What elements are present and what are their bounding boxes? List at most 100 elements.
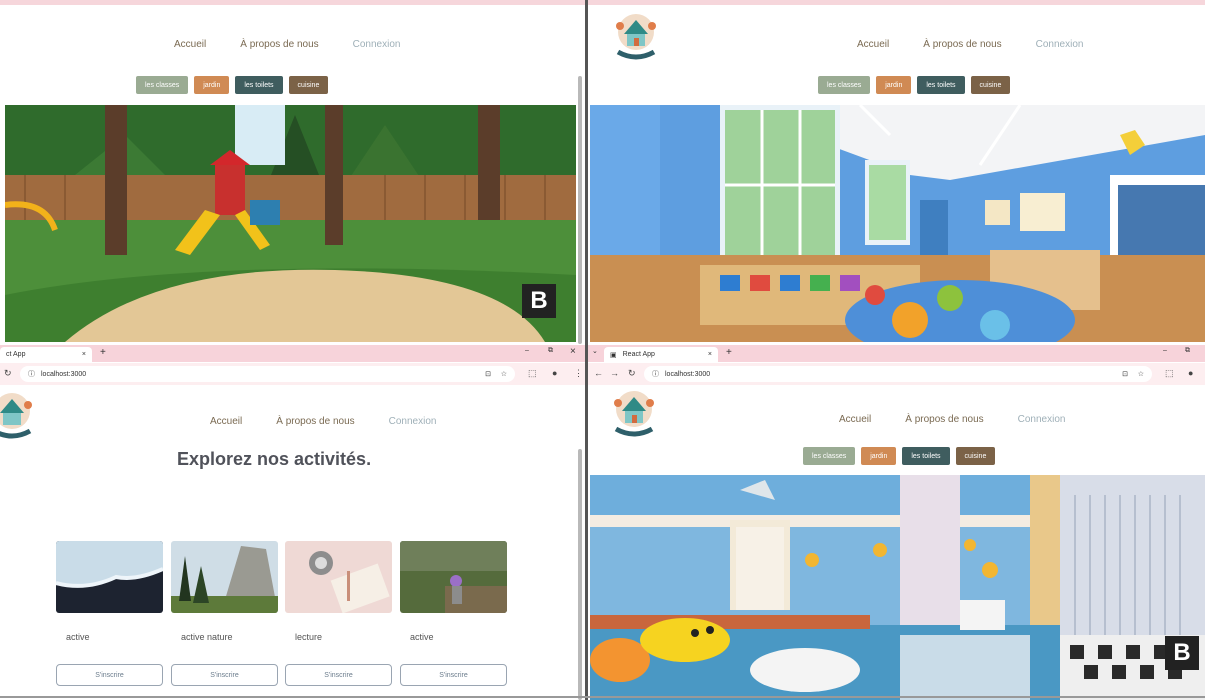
b-watermark-icon: B bbox=[522, 284, 556, 318]
new-tab-icon[interactable]: + bbox=[726, 347, 732, 358]
bookmark-star-icon[interactable]: ☆ bbox=[501, 370, 507, 378]
chip-kitchen[interactable]: cuisine bbox=[955, 447, 996, 465]
nav-about[interactable]: À propos de nous bbox=[923, 39, 1001, 50]
reload-icon[interactable]: ↻ bbox=[628, 368, 636, 379]
chip-classes[interactable]: les classes bbox=[803, 447, 856, 465]
room-filter-chips: les classes jardin les toilets cuisine bbox=[136, 76, 329, 94]
activity-card: lecture S'inscrire bbox=[285, 541, 392, 686]
classroom-360-view[interactable] bbox=[590, 105, 1205, 342]
url-field[interactable]: ⓘ localhost:3000 ⊡ ☆ bbox=[644, 366, 1152, 382]
back-icon[interactable]: ← bbox=[594, 368, 603, 378]
activity-label: active bbox=[410, 632, 434, 642]
info-icon[interactable]: ⓘ bbox=[28, 369, 35, 379]
garden-panel: Accueil À propos de nous Connexion les c… bbox=[0, 0, 585, 345]
nav-login[interactable]: Connexion bbox=[353, 39, 401, 50]
browser-top-strip bbox=[0, 0, 585, 5]
chip-garden[interactable]: jardin bbox=[194, 76, 230, 94]
chip-garden[interactable]: jardin bbox=[861, 447, 897, 465]
chip-kitchen[interactable]: cuisine bbox=[288, 76, 329, 94]
nav-home[interactable]: Accueil bbox=[210, 416, 242, 427]
minimize-icon[interactable]: – bbox=[1163, 347, 1167, 354]
tab-title: ct App bbox=[6, 351, 26, 358]
restore-icon[interactable]: ⧉ bbox=[1185, 347, 1190, 355]
nav-login[interactable]: Connexion bbox=[1036, 39, 1084, 50]
chip-garden[interactable]: jardin bbox=[876, 76, 912, 94]
browser-menu-icon[interactable]: ⋮ bbox=[574, 368, 583, 379]
main-nav: Accueil À propos de nous Connexion bbox=[839, 414, 1065, 425]
forward-icon[interactable]: → bbox=[610, 368, 619, 378]
classroom-panel: Accueil À propos de nous Connexion les c… bbox=[588, 0, 1205, 345]
room-filter-chips: les classes jardin les toilets cuisine bbox=[803, 447, 996, 465]
new-tab-icon[interactable]: + bbox=[100, 347, 106, 358]
garden-360-view[interactable] bbox=[5, 105, 576, 342]
creche-logo-icon bbox=[614, 391, 654, 437]
chip-classes[interactable]: les classes bbox=[136, 76, 189, 94]
nav-home[interactable]: Accueil bbox=[174, 39, 206, 50]
profile-icon[interactable]: ● bbox=[1188, 368, 1193, 378]
register-button[interactable]: S'inscrire bbox=[285, 664, 392, 686]
close-tab-icon[interactable]: × bbox=[82, 351, 86, 358]
tab-favicon-icon: ▣ bbox=[610, 351, 617, 359]
activity-thumbnail[interactable] bbox=[285, 541, 392, 614]
nav-login[interactable]: Connexion bbox=[389, 416, 437, 427]
restore-icon[interactable]: ⧉ bbox=[548, 347, 553, 355]
nav-about[interactable]: À propos de nous bbox=[240, 39, 318, 50]
info-icon[interactable]: ⓘ bbox=[652, 369, 659, 379]
register-button[interactable]: S'inscrire bbox=[171, 664, 278, 686]
creche-logo-icon bbox=[616, 14, 656, 60]
bookmark-star-icon[interactable]: ☆ bbox=[1138, 370, 1144, 378]
nav-login[interactable]: Connexion bbox=[1018, 414, 1066, 425]
creche-logo-icon bbox=[0, 393, 32, 439]
extensions-icon[interactable]: ⬚ bbox=[1165, 368, 1174, 379]
activity-thumbnail[interactable] bbox=[400, 541, 507, 613]
register-button[interactable]: S'inscrire bbox=[56, 664, 163, 686]
nav-about[interactable]: À propos de nous bbox=[276, 416, 354, 427]
main-nav: Accueil À propos de nous Connexion bbox=[174, 39, 400, 50]
url-text: localhost:3000 bbox=[41, 370, 87, 378]
tab-title: React App bbox=[622, 351, 655, 358]
reload-icon[interactable]: ↻ bbox=[4, 368, 12, 379]
toilets-360-view[interactable] bbox=[590, 475, 1205, 700]
nav-about[interactable]: À propos de nous bbox=[905, 414, 983, 425]
activity-card: active S'inscrire bbox=[55, 541, 164, 686]
browser-tab[interactable]: ct App × bbox=[0, 347, 92, 362]
tab-list-icon[interactable]: ⌄ bbox=[592, 347, 598, 355]
browser-address-bar: ↻ ⓘ localhost:3000 ⊡ ☆ ⬚ ● ⋮ bbox=[0, 363, 585, 385]
chip-toilets[interactable]: les toilets bbox=[902, 447, 950, 465]
activity-label: active bbox=[66, 632, 90, 642]
close-window-icon[interactable]: × bbox=[570, 346, 576, 357]
scrollbar[interactable] bbox=[578, 76, 582, 344]
browser-tab-bar: ct App × + – ⧉ × bbox=[0, 345, 585, 362]
main-nav: Accueil À propos de nous Connexion bbox=[210, 416, 436, 427]
url-text: localhost:3000 bbox=[665, 370, 711, 378]
chip-kitchen[interactable]: cuisine bbox=[970, 76, 1011, 94]
register-button[interactable]: S'inscrire bbox=[400, 664, 507, 686]
activity-label: active nature bbox=[181, 632, 233, 642]
install-app-icon[interactable]: ⊡ bbox=[1122, 370, 1128, 378]
activities-panel: ct App × + – ⧉ × ↻ ⓘ localhost:3000 ⊡ ☆ … bbox=[0, 345, 585, 700]
main-nav: Accueil À propos de nous Connexion bbox=[857, 39, 1083, 50]
nav-home[interactable]: Accueil bbox=[857, 39, 889, 50]
close-tab-icon[interactable]: × bbox=[708, 351, 712, 358]
browser-tab[interactable]: ▣ React App × bbox=[604, 347, 718, 362]
activity-label: lecture bbox=[295, 632, 323, 642]
activity-thumbnail[interactable] bbox=[55, 541, 164, 613]
extensions-icon[interactable]: ⬚ bbox=[528, 368, 537, 379]
scrollbar[interactable] bbox=[578, 449, 582, 700]
install-app-icon[interactable]: ⊡ bbox=[485, 370, 491, 378]
bottom-edge bbox=[0, 696, 1205, 698]
browser-top-strip bbox=[588, 0, 1205, 5]
nav-home[interactable]: Accueil bbox=[839, 414, 871, 425]
activity-thumbnail[interactable] bbox=[171, 541, 278, 613]
b-watermark-icon: B bbox=[1165, 636, 1199, 670]
room-filter-chips: les classes jardin les toilets cuisine bbox=[818, 76, 1011, 94]
chip-toilets[interactable]: les toilets bbox=[235, 76, 283, 94]
profile-icon[interactable]: ● bbox=[552, 368, 557, 378]
vertical-divider bbox=[585, 0, 588, 700]
activity-card: active nature S'inscrire bbox=[171, 541, 278, 686]
chip-toilets[interactable]: les toilets bbox=[917, 76, 965, 94]
chip-classes[interactable]: les classes bbox=[818, 76, 871, 94]
url-field[interactable]: ⓘ localhost:3000 ⊡ ☆ bbox=[20, 366, 515, 382]
minimize-icon[interactable]: – bbox=[525, 347, 529, 354]
page-heading: Explorez nos activités. bbox=[177, 449, 372, 469]
